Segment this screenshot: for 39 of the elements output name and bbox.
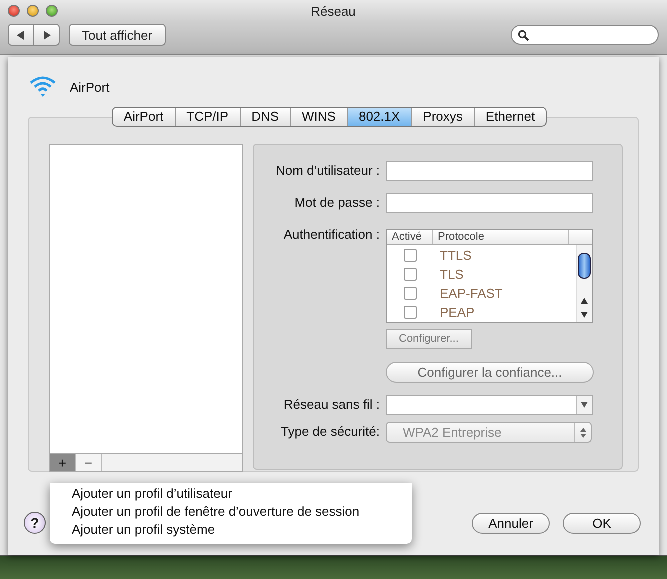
menu-item[interactable]: Ajouter un profil système: [50, 521, 412, 539]
show-all-button[interactable]: Tout afficher: [69, 24, 166, 46]
wifi-icon: [28, 75, 58, 99]
field-label: Mot de passe :: [294, 194, 381, 212]
menu-item[interactable]: Ajouter un profil de fenêtre d’ouverture de session: [50, 503, 412, 521]
password-field[interactable]: [386, 193, 593, 213]
tab[interactable]: 802.1X: [348, 108, 412, 126]
back-arrow-icon: [17, 30, 25, 40]
field-label: Type de sécurité:: [280, 423, 381, 441]
add-button[interactable]: +: [50, 454, 76, 471]
menu-item[interactable]: Ajouter un profil d’utilisateur: [50, 485, 412, 503]
window-title: Réseau: [311, 4, 356, 18]
service-name: AirPort: [70, 80, 110, 94]
tab[interactable]: DNS: [240, 108, 292, 126]
close-button[interactable]: [8, 5, 20, 17]
search-field[interactable]: [511, 25, 659, 45]
help-button[interactable]: ?: [24, 512, 46, 534]
stepper-arrows-icon: [580, 426, 586, 438]
dialog-button[interactable]: Annuler: [472, 512, 550, 534]
username-field[interactable]: [386, 161, 593, 181]
search-icon: [518, 30, 529, 40]
forward-arrow-icon: [42, 30, 50, 40]
tab[interactable]: Ethernet: [474, 108, 546, 126]
dialog-button[interactable]: OK: [563, 512, 641, 534]
protocol-name: TTLS: [439, 248, 472, 263]
protocol-name: PEAP: [439, 305, 475, 320]
protocol-name: TLS: [439, 267, 464, 282]
zoom-button[interactable]: [46, 5, 58, 17]
minimize-button[interactable]: [27, 5, 39, 17]
tab[interactable]: TCP/IP: [176, 108, 241, 126]
forward-button[interactable]: [34, 24, 60, 46]
field-label: Réseau sans fil :: [282, 396, 381, 414]
tab[interactable]: Proxys: [412, 108, 475, 126]
protocol-name: EAP-FAST: [439, 286, 503, 301]
wireless-network-combo[interactable]: [386, 395, 593, 415]
dropdown-arrow-icon: [581, 402, 588, 408]
field-label: Authentification :: [282, 226, 381, 244]
field-label: Nom d’utilisateur :: [274, 162, 381, 180]
back-button[interactable]: [8, 24, 34, 46]
